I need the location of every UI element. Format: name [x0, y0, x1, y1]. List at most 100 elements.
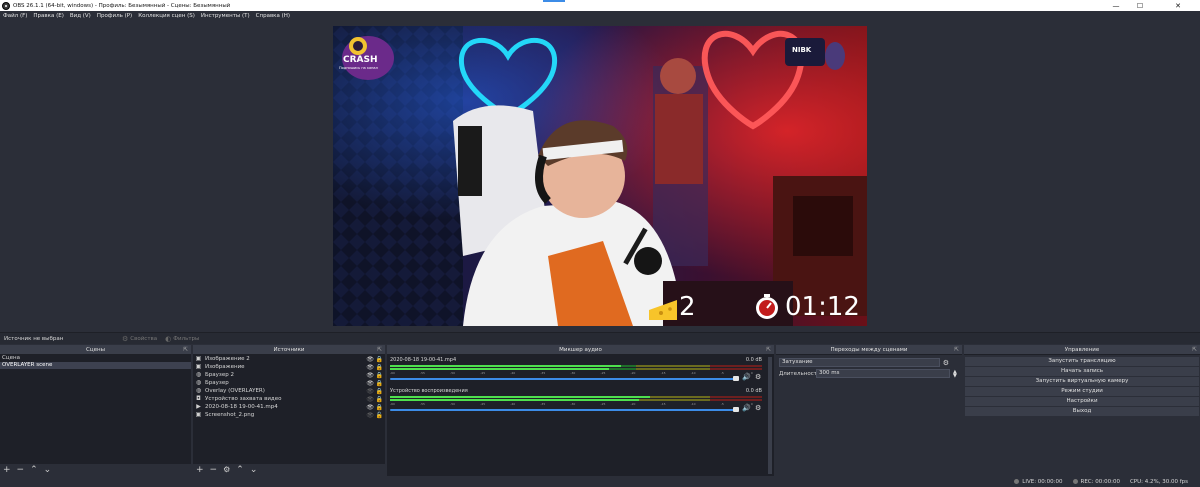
image-icon: ▣: [195, 363, 202, 370]
undock-icon[interactable]: ⇱: [183, 345, 188, 355]
live-indicator-icon: [1014, 479, 1020, 484]
scenes-dock: Сцены ⇱ Сцена OVERLAYER scene + − ⌃ ⌄: [0, 345, 191, 476]
speaker-icon[interactable]: 🔊: [742, 404, 751, 412]
mixer-scrollbar[interactable]: [768, 357, 772, 474]
minimize-button[interactable]: —: [1104, 0, 1128, 11]
visibility-eye-icon[interactable]: 👁: [366, 364, 374, 371]
start-streaming-button[interactable]: Запустить трансляцию: [965, 357, 1199, 366]
source-properties-gear-icon[interactable]: ⚙: [223, 464, 230, 476]
undock-icon[interactable]: ⇱: [766, 345, 771, 355]
visibility-eye-icon[interactable]: 👁: [366, 372, 374, 379]
menu-scene-collection[interactable]: Коллекция сцен (S): [138, 13, 195, 19]
menu-tools[interactable]: Инструменты (T): [201, 13, 250, 19]
undock-icon[interactable]: ⇱: [1192, 345, 1197, 355]
scene-item-selected[interactable]: OVERLAYER scene: [0, 362, 191, 369]
lock-icon[interactable]: 🔒: [376, 356, 383, 363]
mixer-title: Микшер аудио: [559, 347, 602, 353]
cpu-status: CPU: 4.2%, 30.00 fps: [1129, 478, 1188, 485]
lock-icon[interactable]: 🔒: [376, 404, 383, 411]
transitions-dock: Переходы между сценами ⇱ Затухание ⚙ Длит…: [776, 345, 962, 476]
properties-button[interactable]: ⚙ Свойства: [122, 335, 157, 343]
meter-tick-label: -50: [450, 402, 456, 406]
preview-timer: 01:12: [785, 292, 860, 322]
visibility-eye-icon[interactable]: 👁: [366, 380, 374, 387]
source-item[interactable]: ◘ Устройство захвата видео 👁 🔒: [193, 395, 385, 403]
start-recording-button[interactable]: Начать запись: [965, 367, 1199, 376]
visibility-eye-icon[interactable]: 👁: [366, 356, 374, 363]
add-scene-button[interactable]: +: [3, 464, 11, 476]
source-item[interactable]: ▣ Screenshot_2.png 👁 🔓: [193, 411, 385, 419]
transitions-header: Переходы между сценами ⇱: [776, 345, 962, 355]
source-item[interactable]: ◍ Браузер 2 👁 🔒: [193, 371, 385, 379]
volume-slider-handle[interactable]: [733, 376, 739, 381]
maximize-button[interactable]: ☐: [1128, 0, 1152, 11]
source-item[interactable]: ◍ Overlay (OVERLAYER) 👁 🔒: [193, 387, 385, 395]
source-item[interactable]: ▣ Изображение 👁 🔒: [193, 363, 385, 371]
visibility-eye-off-icon[interactable]: 👁: [366, 388, 374, 395]
meter-tick-label: -35: [540, 402, 546, 406]
close-button[interactable]: ✕: [1166, 0, 1190, 11]
mixer-header: Микшер аудио ⇱: [387, 345, 774, 355]
lock-icon[interactable]: 🔒: [376, 380, 383, 387]
lock-icon[interactable]: 🔒: [376, 372, 383, 379]
visibility-eye-off-icon[interactable]: 👁: [366, 412, 374, 419]
menu-profile[interactable]: Профиль (P): [97, 13, 132, 19]
volume-slider-handle[interactable]: [733, 407, 739, 412]
source-item[interactable]: ▶ 2020-08-18 19-00-41.mp4 👁 🔒: [193, 403, 385, 411]
settings-button[interactable]: Настройки: [965, 397, 1199, 406]
move-down-button[interactable]: ⌄: [250, 464, 258, 476]
filters-button[interactable]: ◐ Фильтры: [165, 335, 199, 343]
remove-scene-button[interactable]: −: [17, 464, 25, 476]
lock-icon[interactable]: 🔒: [376, 364, 383, 371]
volume-slider[interactable]: [390, 409, 736, 411]
transition-gear-icon[interactable]: ⚙: [943, 359, 949, 367]
studio-mode-button[interactable]: Режим студии: [965, 387, 1199, 396]
move-up-button[interactable]: ⌃: [30, 464, 38, 476]
menu-edit[interactable]: Правка (E): [33, 13, 63, 19]
volume-slider[interactable]: [390, 378, 736, 380]
scene-item[interactable]: Сцена: [0, 355, 191, 362]
start-virtual-camera-button[interactable]: Запустить виртуальную камеру: [965, 377, 1199, 386]
source-item[interactable]: ◍ Браузер 👁 🔒: [193, 379, 385, 387]
meter-tick-label: -20: [630, 371, 636, 375]
undock-icon[interactable]: ⇱: [954, 345, 959, 355]
visibility-eye-icon[interactable]: 👁: [366, 404, 374, 411]
duration-stepper[interactable]: ▲ ▼: [953, 369, 957, 378]
menu-bar: Файл (F) Правка (E) Вид (V) Профиль (P) …: [0, 11, 1200, 21]
lock-icon[interactable]: 🔒: [376, 388, 383, 395]
meter-tick-label: -55: [420, 371, 425, 375]
meter-level: [390, 365, 621, 367]
transition-type-select[interactable]: Затухание: [779, 358, 940, 367]
menu-view[interactable]: Вид (V): [70, 13, 91, 19]
gear-icon[interactable]: ⚙: [755, 373, 761, 381]
menu-help[interactable]: Справка (H): [256, 13, 290, 19]
preview-area: CRASH Подпишись на канал NIBK 2 01:12: [0, 21, 1200, 332]
add-source-button[interactable]: +: [196, 464, 204, 476]
preview-canvas[interactable]: CRASH Подпишись на канал NIBK 2 01:12: [333, 26, 867, 326]
meter-tick-label: 0: [750, 371, 753, 375]
meter-tick-label: -30: [570, 371, 576, 375]
filters-label: Фильтры: [173, 335, 200, 342]
meter-tick-label: -30: [570, 402, 576, 406]
source-item[interactable]: ▣ Изображение 2 👁 🔒: [193, 355, 385, 363]
channel-db: 0.0 dB: [745, 357, 762, 363]
transition-duration-row: Длительность 300 ms ▲ ▼: [779, 369, 959, 378]
duration-label: Длительность: [779, 370, 821, 377]
unlock-icon[interactable]: 🔓: [376, 412, 383, 419]
exit-button[interactable]: Выход: [965, 407, 1199, 416]
remove-source-button[interactable]: −: [210, 464, 218, 476]
visibility-eye-off-icon[interactable]: 👁: [366, 396, 374, 403]
meter-level: [390, 399, 640, 401]
undock-icon[interactable]: ⇱: [377, 345, 382, 355]
meter-tick-label: -25: [600, 402, 606, 406]
menu-file[interactable]: Файл (F): [3, 13, 27, 19]
speaker-icon[interactable]: 🔊: [742, 373, 751, 381]
meter-tick-label: -45: [480, 402, 486, 406]
move-up-button[interactable]: ⌃: [236, 464, 244, 476]
mixer-body: 2020-08-18 19-00-41.mp4 0.0 dB -60 -55 -50…: [387, 355, 774, 476]
gear-icon[interactable]: ⚙: [755, 404, 761, 412]
move-down-button[interactable]: ⌄: [44, 464, 52, 476]
duration-input[interactable]: 300 ms: [816, 369, 950, 378]
lock-icon[interactable]: 🔒: [376, 396, 383, 403]
controls-title: Управление: [1064, 347, 1100, 353]
